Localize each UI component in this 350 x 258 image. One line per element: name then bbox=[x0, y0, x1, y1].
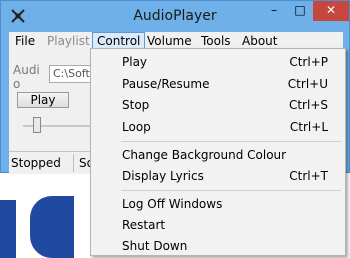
menu-item-label: Loop bbox=[122, 120, 151, 134]
menu-separator bbox=[121, 141, 341, 142]
menu-item-shortcut: Ctrl+U bbox=[287, 77, 328, 91]
menu-item-restart[interactable]: Restart bbox=[92, 214, 344, 236]
title-bar[interactable]: AudioPlayer – □ ✕ bbox=[1, 1, 349, 31]
audio-label: Audio bbox=[13, 63, 40, 91]
menu-item-label: Stop bbox=[122, 98, 150, 112]
menu-item-label: Change Background Colour bbox=[122, 148, 287, 162]
menu-item-pause-resume[interactable]: Pause/Resume Ctrl+U bbox=[92, 73, 344, 95]
seek-slider-thumb[interactable] bbox=[33, 117, 41, 133]
menu-item-play[interactable]: Play Ctrl+P bbox=[92, 51, 344, 73]
menu-item-label: Restart bbox=[122, 218, 166, 232]
menu-volume[interactable]: Volume bbox=[147, 34, 192, 48]
menu-tools[interactable]: Tools bbox=[201, 34, 231, 48]
control-menu-dropdown: Play Ctrl+P Pause/Resume Ctrl+U Stop Ctr… bbox=[90, 48, 346, 256]
menu-playlist[interactable]: Playlist bbox=[47, 34, 90, 48]
menu-item-shortcut: Ctrl+L bbox=[289, 120, 328, 134]
status-text: Stopped bbox=[11, 156, 61, 170]
menu-item-shut-down[interactable]: Shut Down bbox=[92, 235, 344, 257]
menu-item-log-off-windows[interactable]: Log Off Windows bbox=[92, 193, 344, 215]
menu-item-shortcut: Ctrl+S bbox=[288, 98, 328, 112]
menu-item-label: Log Off Windows bbox=[122, 197, 223, 211]
menu-about[interactable]: About bbox=[242, 34, 277, 48]
background-logo-fragment bbox=[0, 200, 16, 258]
status-divider bbox=[73, 154, 74, 172]
menu-item-label: Play bbox=[122, 55, 148, 69]
menu-item-label: Display Lyrics bbox=[122, 169, 204, 183]
menu-item-stop[interactable]: Stop Ctrl+S bbox=[92, 94, 344, 116]
menu-separator bbox=[121, 190, 341, 191]
play-button[interactable]: Play bbox=[17, 92, 69, 108]
maximize-button[interactable]: □ bbox=[287, 1, 313, 21]
menu-item-shortcut: Ctrl+T bbox=[289, 169, 328, 183]
menu-item-loop[interactable]: Loop Ctrl+L bbox=[92, 116, 344, 138]
minimize-button[interactable]: – bbox=[261, 1, 287, 21]
menu-file[interactable]: File bbox=[15, 34, 35, 48]
menu-item-display-lyrics[interactable]: Display Lyrics Ctrl+T bbox=[92, 165, 344, 187]
background-logo-fragment bbox=[30, 196, 74, 258]
menu-item-label: Pause/Resume bbox=[122, 77, 210, 91]
menu-item-change-background-colour[interactable]: Change Background Colour bbox=[92, 144, 344, 166]
menu-item-label: Shut Down bbox=[122, 239, 188, 253]
close-button[interactable]: ✕ bbox=[313, 1, 349, 21]
menu-item-shortcut: Ctrl+P bbox=[289, 55, 328, 69]
